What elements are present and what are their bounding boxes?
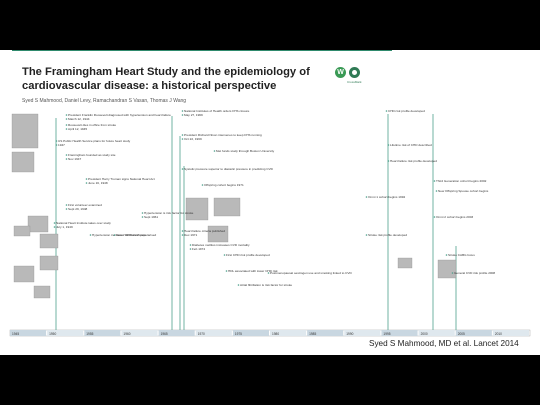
photo-thumbnail	[13, 225, 31, 237]
event-label: May 27, 1969	[184, 113, 203, 117]
photo-thumbnail	[39, 255, 59, 271]
year-tick-label: 1945	[12, 332, 19, 336]
photo-thumbnail	[33, 285, 51, 299]
timeline-figure: 1945 1950 1955 1960 1965 1970 1975 1980 1985 1990…	[9, 109, 531, 337]
event-label: Offspring cohort begins 1971	[204, 183, 244, 187]
event-label: Oct 22, 1969	[184, 137, 202, 141]
photo-thumbnail	[185, 197, 209, 221]
photo-thumbnail	[397, 257, 413, 269]
event-label: Dec 1971	[184, 233, 198, 237]
year-tick-label: 1985	[309, 332, 316, 336]
event-label: Sept 29, 1948	[68, 207, 88, 211]
year-tick-label: 1965	[161, 332, 168, 336]
year-tick-label: 1990	[346, 332, 353, 336]
open-access-icon: W	[335, 67, 346, 78]
event-label: Feb 1974	[192, 247, 205, 251]
event-label: General CVD risk profile 2008	[454, 271, 495, 275]
event-label: July 1, 1949	[56, 225, 73, 229]
year-tick-label: 1975	[235, 332, 242, 336]
event-label: Atrial fibrillation is risk factor for s…	[240, 283, 292, 287]
event-label: Omni 2 cohort begins 2003	[436, 215, 473, 219]
event-label: Met funds study through Boston Universit…	[216, 149, 275, 153]
event-label: Third Generation cohort begins 2002	[436, 179, 487, 183]
author-list: Syed S Mahmood, Daniel Levy, Ramachandra…	[22, 98, 187, 104]
event-label: Term "risk factor" popularised	[116, 233, 156, 237]
event-label: Omni 1 cohort begins 1994	[368, 195, 405, 199]
event-label: US Public Health Service plans for futur…	[58, 139, 131, 143]
photo-thumbnail	[213, 197, 241, 217]
event-label: June 16, 1948	[88, 181, 108, 185]
crossmark-caption: CrossMark	[347, 80, 362, 84]
event-label: Systolic pressure superior to diastolic …	[184, 167, 274, 171]
event-label: Heart failure risk profile developed	[390, 159, 437, 163]
event-label: Lifetime risk of CHD described	[390, 143, 432, 147]
event-label: Stroke risk profile developed	[368, 233, 407, 237]
event-label: Nov 1947	[68, 157, 82, 161]
event-label: Stroke CABG focus	[448, 253, 475, 257]
event-label: April 12, 1945	[68, 127, 87, 131]
year-tick-label: 2005	[458, 332, 465, 336]
paper-title: The Framingham Heart Study and the epide…	[22, 65, 332, 93]
event-label: CHD risk profile developed	[388, 109, 425, 113]
year-tick-label: 1950	[49, 332, 56, 336]
citation-credit: Syed S Mahmood, MD et al. Lancet 2014	[369, 339, 519, 348]
photo-thumbnail	[11, 151, 35, 173]
header-rule	[12, 50, 392, 51]
photo-thumbnail	[13, 265, 35, 283]
event-label: March 12, 1944	[68, 117, 90, 121]
slide: The Framingham Heart Study and the epide…	[0, 50, 540, 355]
title-line-1: The Framingham Heart Study and the epide…	[22, 66, 310, 78]
crossmark-icon	[349, 67, 360, 78]
event-label: Postmenopausal oestrogen use and smoking…	[270, 271, 352, 275]
event-label: Sept 1961	[144, 215, 158, 219]
year-tick-label: 1960	[123, 332, 130, 336]
photo-thumbnail	[11, 113, 39, 149]
title-line-2: cardiovascular disease: a historical per…	[22, 80, 277, 92]
year-tick-label: 1980	[272, 332, 279, 336]
photo-thumbnail	[39, 233, 59, 249]
event-label: 1947	[58, 143, 65, 147]
event-label: First CHD risk profile developed	[226, 253, 270, 257]
year-tick-label: 2010	[495, 332, 502, 336]
event-label: New Offspring Spouse cohort begins	[438, 189, 489, 193]
year-tick-label: 1995	[383, 332, 390, 336]
year-tick-label: 1970	[198, 332, 205, 336]
year-tick-label: 1955	[86, 332, 93, 336]
year-tick-label: 2000	[421, 332, 428, 336]
photo-thumbnail	[27, 215, 49, 233]
photo-thumbnail	[437, 259, 457, 279]
